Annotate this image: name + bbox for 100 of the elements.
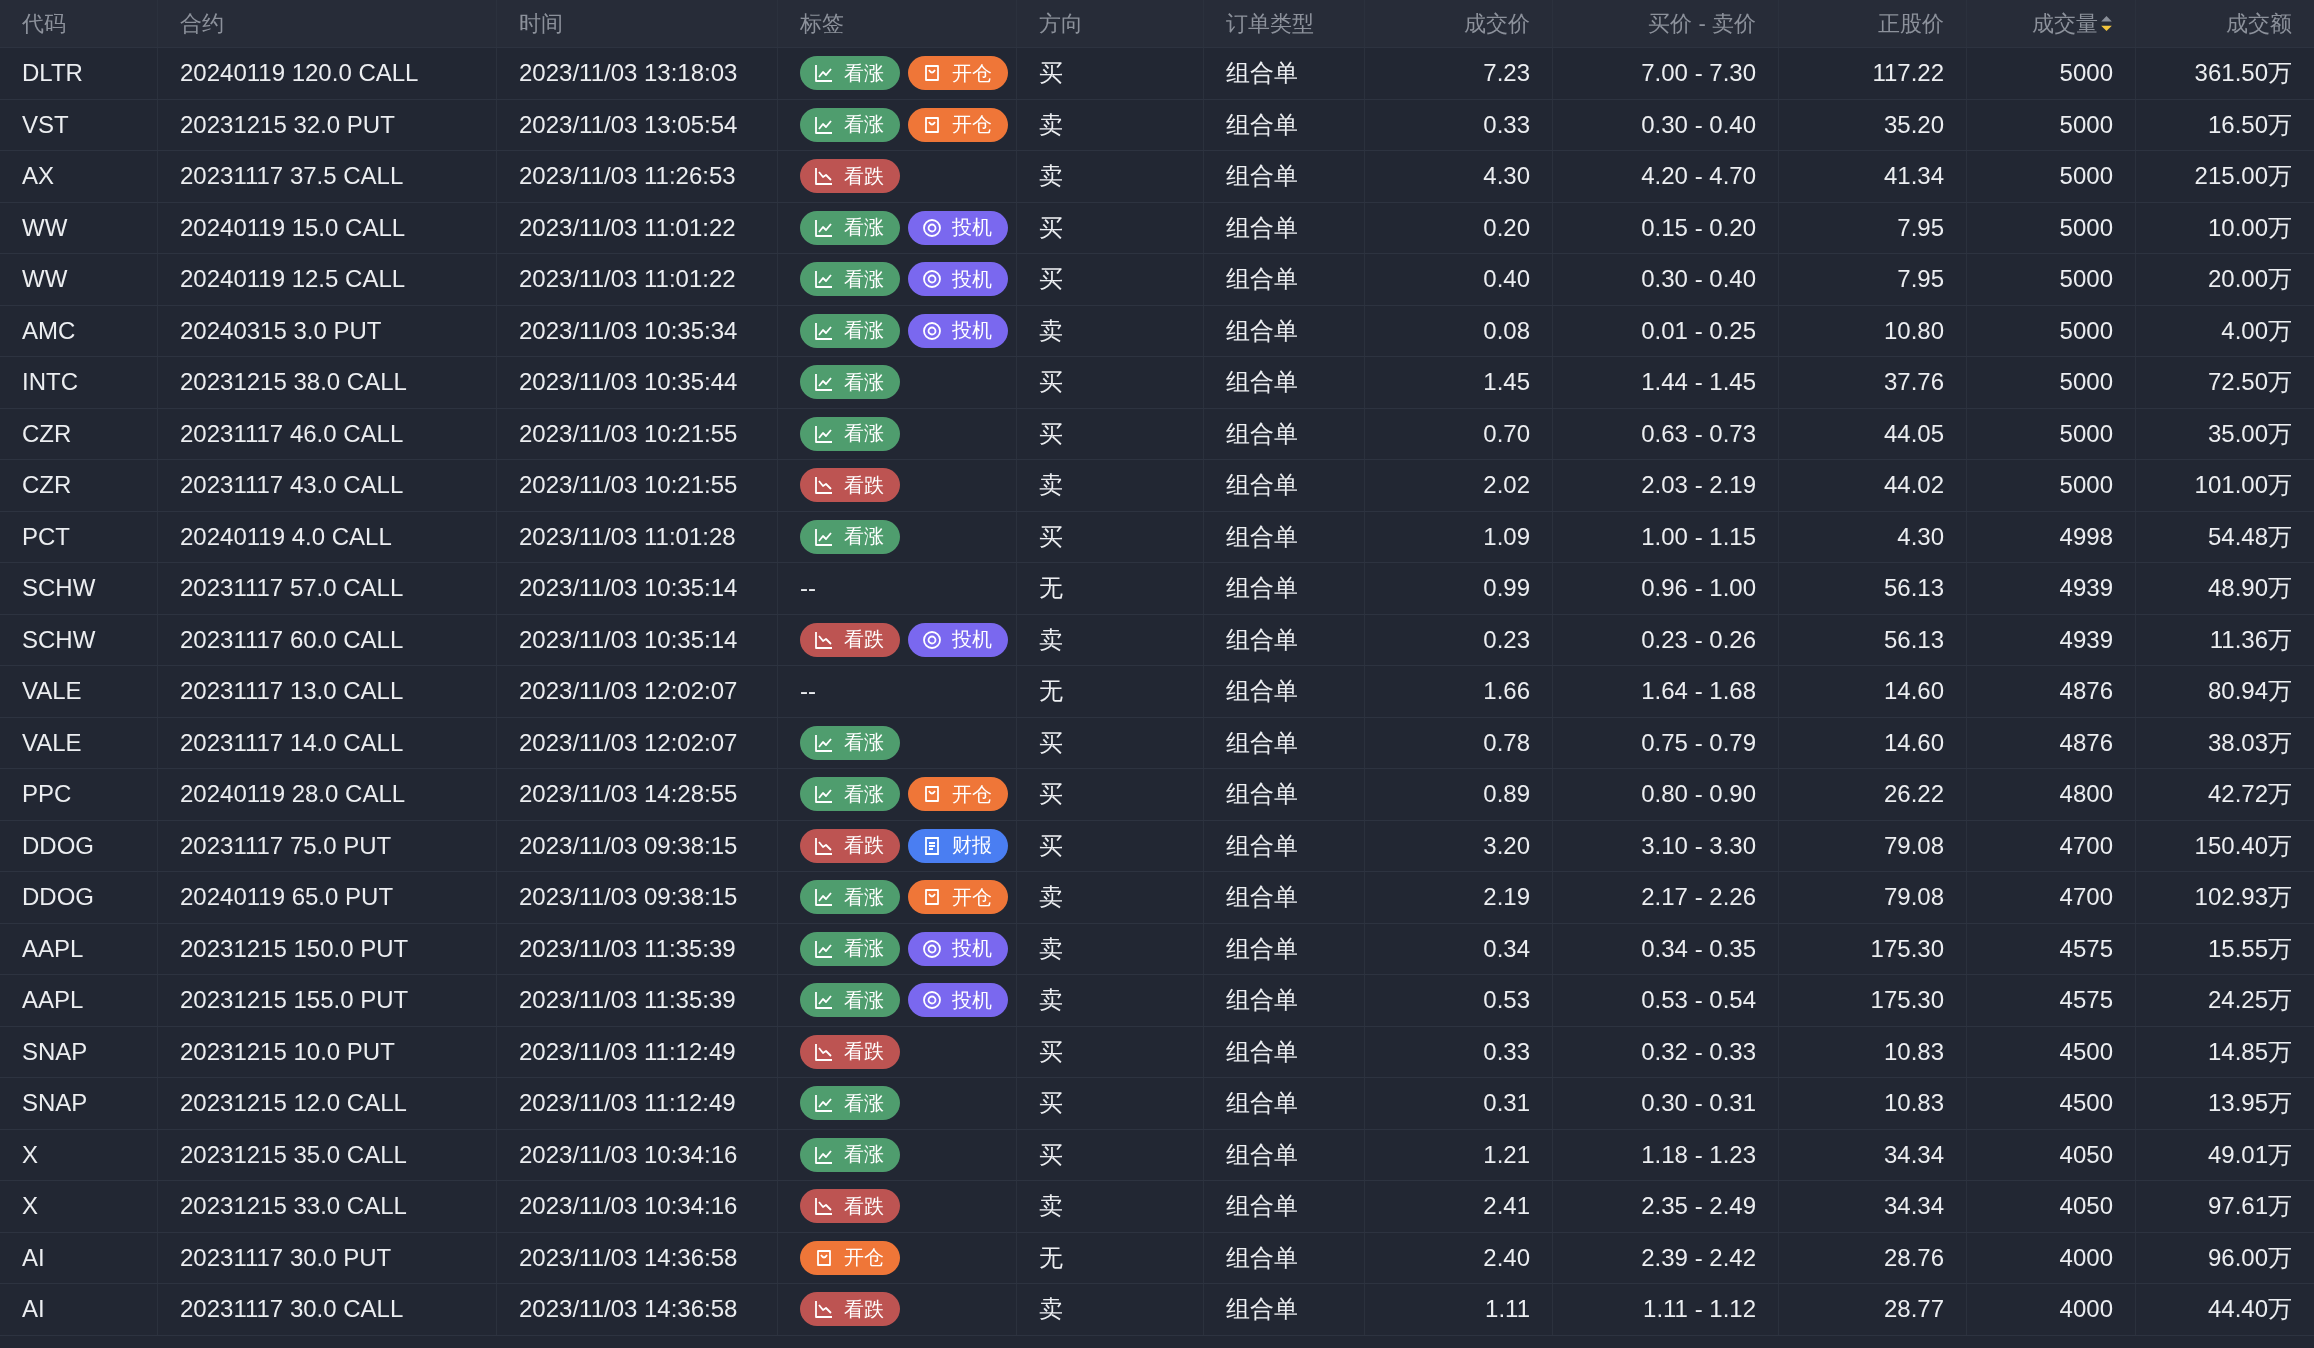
stock-price-cell: 117.22 <box>1872 59 1944 88</box>
time-cell: 2023/11/03 09:38:15 <box>519 883 738 912</box>
volume-cell: 4000 <box>2059 1243 2113 1272</box>
volume-cell: 4575 <box>2059 986 2113 1015</box>
volume-cell: 5000 <box>2059 316 2113 345</box>
tag-badge: 看涨 <box>800 519 900 554</box>
tag-badge: 财报 <box>908 828 1008 863</box>
volume-cell: 4800 <box>2059 780 2113 809</box>
time-cell: 2023/11/03 09:38:15 <box>519 831 738 860</box>
tag-badge: 看涨 <box>800 56 900 91</box>
stock-price-cell: 10.80 <box>1883 316 1944 345</box>
contract-cell: 20231117 75.0 PUT <box>180 831 392 860</box>
direction-cell-text: 卖 <box>1039 470 1063 501</box>
amount-cell-text: 13.95万 <box>2207 1088 2292 1119</box>
amount-cell-text: 35.00万 <box>2207 418 2292 449</box>
amount-cell-text: 49.01万 <box>2207 1139 2292 1170</box>
order-type-cell-text: 组合单 <box>1226 58 1298 89</box>
volume-cell: 5000 <box>2059 162 2113 191</box>
column-header[interactable]: 买价 - 卖价 <box>1648 8 1756 39</box>
column-header[interactable]: 成交额 <box>2226 8 2292 39</box>
ticker-cell: DDOG <box>22 883 94 912</box>
amount-cell-text: 96.00万 <box>2207 1242 2292 1273</box>
column-header[interactable]: 标签 <box>800 8 844 39</box>
price-cell: 0.40 <box>1483 265 1530 294</box>
stock-price-cell: 79.08 <box>1883 883 1944 912</box>
ticker-cell: AI <box>22 1295 45 1324</box>
stock-price-cell: 14.60 <box>1883 677 1944 706</box>
tag-badge: 看涨 <box>800 210 900 245</box>
order-type-cell-text: 组合单 <box>1226 985 1298 1016</box>
contract-cell: 20231117 37.5 CALL <box>180 162 404 191</box>
tag-badge: 看涨 <box>800 880 900 915</box>
ticker-cell: DDOG <box>22 831 94 860</box>
amount-cell-text: 101.00万 <box>2194 470 2292 501</box>
volume-cell: 5000 <box>2059 213 2113 242</box>
stock-price-cell: 26.22 <box>1883 780 1944 809</box>
amount-cell-text: 14.85万 <box>2207 1036 2292 1067</box>
direction-cell-text: 卖 <box>1039 624 1063 655</box>
column-header[interactable]: 合约 <box>180 8 224 39</box>
time-cell: 2023/11/03 10:35:14 <box>519 574 738 603</box>
volume-cell: 5000 <box>2059 368 2113 397</box>
bid-ask-cell: 0.53 - 0.54 <box>1641 986 1756 1015</box>
volume-cell: 5000 <box>2059 59 2113 88</box>
column-header[interactable]: 方向 <box>1039 8 1083 39</box>
contract-cell: 20240119 65.0 PUT <box>180 883 394 912</box>
direction-cell-text: 卖 <box>1039 985 1063 1016</box>
ticker-cell: AI <box>22 1243 45 1272</box>
column-header[interactable]: 订单类型 <box>1226 8 1314 39</box>
tag-badge: 看涨 <box>800 107 900 142</box>
time-cell: 2023/11/03 14:36:58 <box>519 1243 738 1272</box>
bid-ask-cell: 4.20 - 4.70 <box>1641 162 1756 191</box>
bid-ask-cell: 1.18 - 1.23 <box>1641 1140 1756 1169</box>
document-icon <box>922 835 942 856</box>
column-header[interactable]: 成交价 <box>1464 8 1530 39</box>
column-header[interactable]: 正股价 <box>1878 8 1944 39</box>
volume-cell: 4500 <box>2059 1089 2113 1118</box>
direction-cell-text: 买 <box>1039 521 1063 552</box>
bid-ask-cell: 1.64 - 1.68 <box>1641 677 1756 706</box>
time-cell: 2023/11/03 10:21:55 <box>519 471 738 500</box>
bag-icon <box>922 784 942 805</box>
order-type-cell-text: 组合单 <box>1226 727 1298 758</box>
direction-cell-text: 无 <box>1039 573 1063 604</box>
chart-down-icon <box>814 166 834 187</box>
price-cell: 0.20 <box>1483 213 1530 242</box>
price-cell: 1.09 <box>1483 522 1530 551</box>
chart-down-icon <box>814 475 834 496</box>
stock-price-cell: 7.95 <box>1897 213 1944 242</box>
amount-cell-text: 16.50万 <box>2207 109 2292 140</box>
ticker-cell: AMC <box>22 316 76 345</box>
order-type-cell-text: 组合单 <box>1226 882 1298 913</box>
time-cell: 2023/11/03 10:21:55 <box>519 419 738 448</box>
chart-up-icon <box>814 1093 834 1114</box>
direction-cell-text: 卖 <box>1039 1294 1063 1325</box>
tag-badge: 投机 <box>908 622 1008 657</box>
amount-cell-text: 15.55万 <box>2207 933 2292 964</box>
amount-cell-text: 102.93万 <box>2194 882 2292 913</box>
direction-cell-text: 买 <box>1039 212 1063 243</box>
bid-ask-cell: 0.63 - 0.73 <box>1641 419 1756 448</box>
ticker-cell: AX <box>22 162 54 191</box>
ticker-cell: SNAP <box>22 1089 88 1118</box>
chart-down-icon <box>814 1299 834 1320</box>
tag-badge: 看跌 <box>800 468 900 503</box>
amount-cell-text: 10.00万 <box>2207 212 2292 243</box>
order-type-cell-text: 组合单 <box>1226 624 1298 655</box>
order-type-cell-text: 组合单 <box>1226 212 1298 243</box>
bid-ask-cell: 0.75 - 0.79 <box>1641 728 1756 757</box>
column-header[interactable]: 代码 <box>22 8 66 39</box>
amount-cell-text: 42.72万 <box>2207 779 2292 810</box>
contract-cell: 20231215 155.0 PUT <box>180 986 409 1015</box>
direction-cell-text: 买 <box>1039 779 1063 810</box>
contract-cell: 20231215 12.0 CALL <box>180 1089 407 1118</box>
chart-up-icon <box>814 63 834 84</box>
bid-ask-cell: 0.34 - 0.35 <box>1641 934 1756 963</box>
time-cell: 2023/11/03 10:35:34 <box>519 316 738 345</box>
bag-icon <box>922 887 942 908</box>
column-header[interactable]: 时间 <box>519 8 563 39</box>
chart-up-icon <box>814 372 834 393</box>
volume-cell: 4998 <box>2059 522 2113 551</box>
order-type-cell-text: 组合单 <box>1226 1294 1298 1325</box>
ticker-cell: VALE <box>22 677 82 706</box>
column-header[interactable]: 成交量 <box>2032 8 2113 39</box>
